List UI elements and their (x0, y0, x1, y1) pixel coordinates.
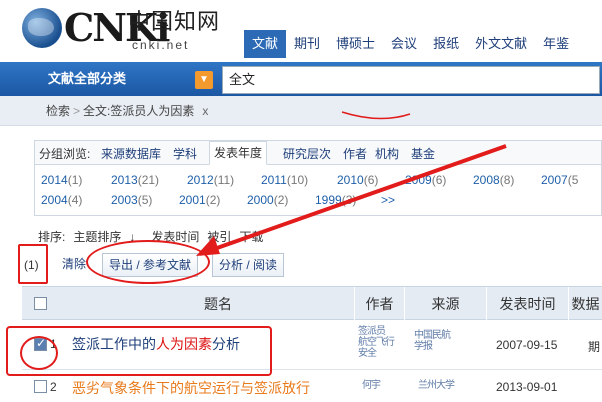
table-header: 题名 作者 来源 发表时间 数据 (22, 286, 602, 321)
year-link[interactable]: 2009(6) (405, 173, 446, 187)
group-browse-label: 分组浏览: (39, 147, 91, 161)
year-link[interactable]: 2013(21) (111, 173, 159, 187)
group-browse-tabs: 分组浏览: 来源数据库 学科 发表年度 研究层次 作者 机构 基金 (35, 141, 601, 165)
nav-tab-thesis[interactable]: 博硕士 (328, 30, 383, 58)
sort-by-citation[interactable]: 被引 (207, 230, 231, 244)
breadcrumb: 检索 > 全文:签派员人为因素 x (0, 96, 602, 126)
select-all-checkbox[interactable] (34, 297, 47, 310)
year-link[interactable]: 2007(5 (541, 173, 578, 187)
nav-tab-newspaper[interactable]: 报纸 (425, 30, 467, 58)
row-checkbox[interactable] (34, 380, 47, 393)
year-link[interactable]: 2011(10) (261, 173, 308, 187)
tab-source-db[interactable]: 来源数据库 (101, 145, 161, 162)
more-years-link[interactable]: >> (381, 193, 395, 207)
header-database[interactable]: 数据 (568, 287, 602, 321)
tab-subject[interactable]: 学科 (173, 145, 197, 162)
nav-tab-journal[interactable]: 期刊 (286, 30, 328, 58)
author-cell[interactable]: 签派员 航空飞行 安全 (358, 326, 402, 359)
result-title-link[interactable]: 恶劣气象条件下的航空运行与签派放行 (72, 378, 310, 398)
logo-url: cnki.net (132, 38, 190, 52)
annotation-box (18, 244, 48, 284)
globe-icon (22, 8, 62, 48)
date-cell: 2013-09-01 (496, 380, 558, 394)
year-link[interactable]: 2008(8) (473, 173, 514, 187)
group-browse-panel: 分组浏览: 来源数据库 学科 发表年度 研究层次 作者 机构 基金 2014(1… (34, 140, 602, 216)
source-cell[interactable]: 兰州大学 (418, 380, 455, 391)
header-title[interactable]: 题名 (58, 287, 378, 321)
tab-author[interactable]: 作者 (343, 145, 367, 162)
breadcrumb-separator: > (73, 104, 81, 118)
analyze-read-button[interactable]: 分析 / 阅读 (212, 253, 285, 277)
year-link[interactable]: 2004(4) (41, 193, 82, 207)
year-link[interactable]: 2000(2) (247, 193, 288, 207)
tab-pub-year[interactable]: 发表年度 (209, 141, 268, 165)
breadcrumb-current: 全文:签派员人为因素 (83, 104, 195, 118)
cnki-logo[interactable]: CNKi 中国知网 cnki.net (22, 6, 232, 60)
header-author[interactable]: 作者 (354, 287, 404, 321)
date-cell: 2007-09-15 (496, 338, 558, 352)
year-link[interactable]: 2001(2) (179, 193, 220, 207)
search-input[interactable]: 全文 (222, 66, 600, 94)
chevron-down-icon[interactable]: ▼ (195, 71, 213, 89)
row-number: 2 (50, 380, 57, 394)
tab-fund[interactable]: 基金 (411, 145, 435, 162)
sort-by-download[interactable]: 下载 (239, 230, 263, 244)
year-link[interactable]: 2003(5) (111, 193, 152, 207)
nav-tab-literature[interactable]: 文献 (244, 30, 287, 58)
year-link[interactable]: 2014(1) (41, 173, 82, 187)
logo-chinese: 中国知网 (128, 10, 221, 35)
top-nav: 文献 期刊 博硕士 会议 报纸 外文文献 年鉴 (244, 30, 577, 58)
header-source[interactable]: 来源 (404, 287, 486, 321)
annotation-circle (20, 336, 58, 370)
close-icon[interactable]: x (202, 104, 208, 118)
author-cell[interactable]: 何宇 (362, 380, 381, 391)
sort-label: 排序: (38, 230, 66, 244)
tab-institution[interactable]: 机构 (375, 145, 399, 162)
nav-tab-yearbook[interactable]: 年鉴 (535, 30, 577, 58)
nav-tab-foreign[interactable]: 外文文献 (467, 30, 535, 58)
year-link[interactable]: 2010(6) (337, 173, 378, 187)
nav-tab-conference[interactable]: 会议 (383, 30, 425, 58)
source-cell[interactable]: 中国民航 学报 (414, 330, 484, 352)
year-link[interactable]: 1999(3) (315, 193, 356, 207)
database-cell: 期 (588, 340, 601, 354)
breadcrumb-home[interactable]: 检索 (46, 104, 70, 118)
category-select[interactable]: 文献全部分类 (48, 62, 126, 96)
header-date[interactable]: 发表时间 (486, 287, 568, 321)
annotation-ellipse (86, 240, 210, 284)
tab-research-level[interactable]: 研究层次 (283, 145, 331, 162)
search-bar: 文献全部分类 ▼ 全文 (0, 62, 602, 96)
year-link[interactable]: 2012(11) (187, 173, 234, 187)
